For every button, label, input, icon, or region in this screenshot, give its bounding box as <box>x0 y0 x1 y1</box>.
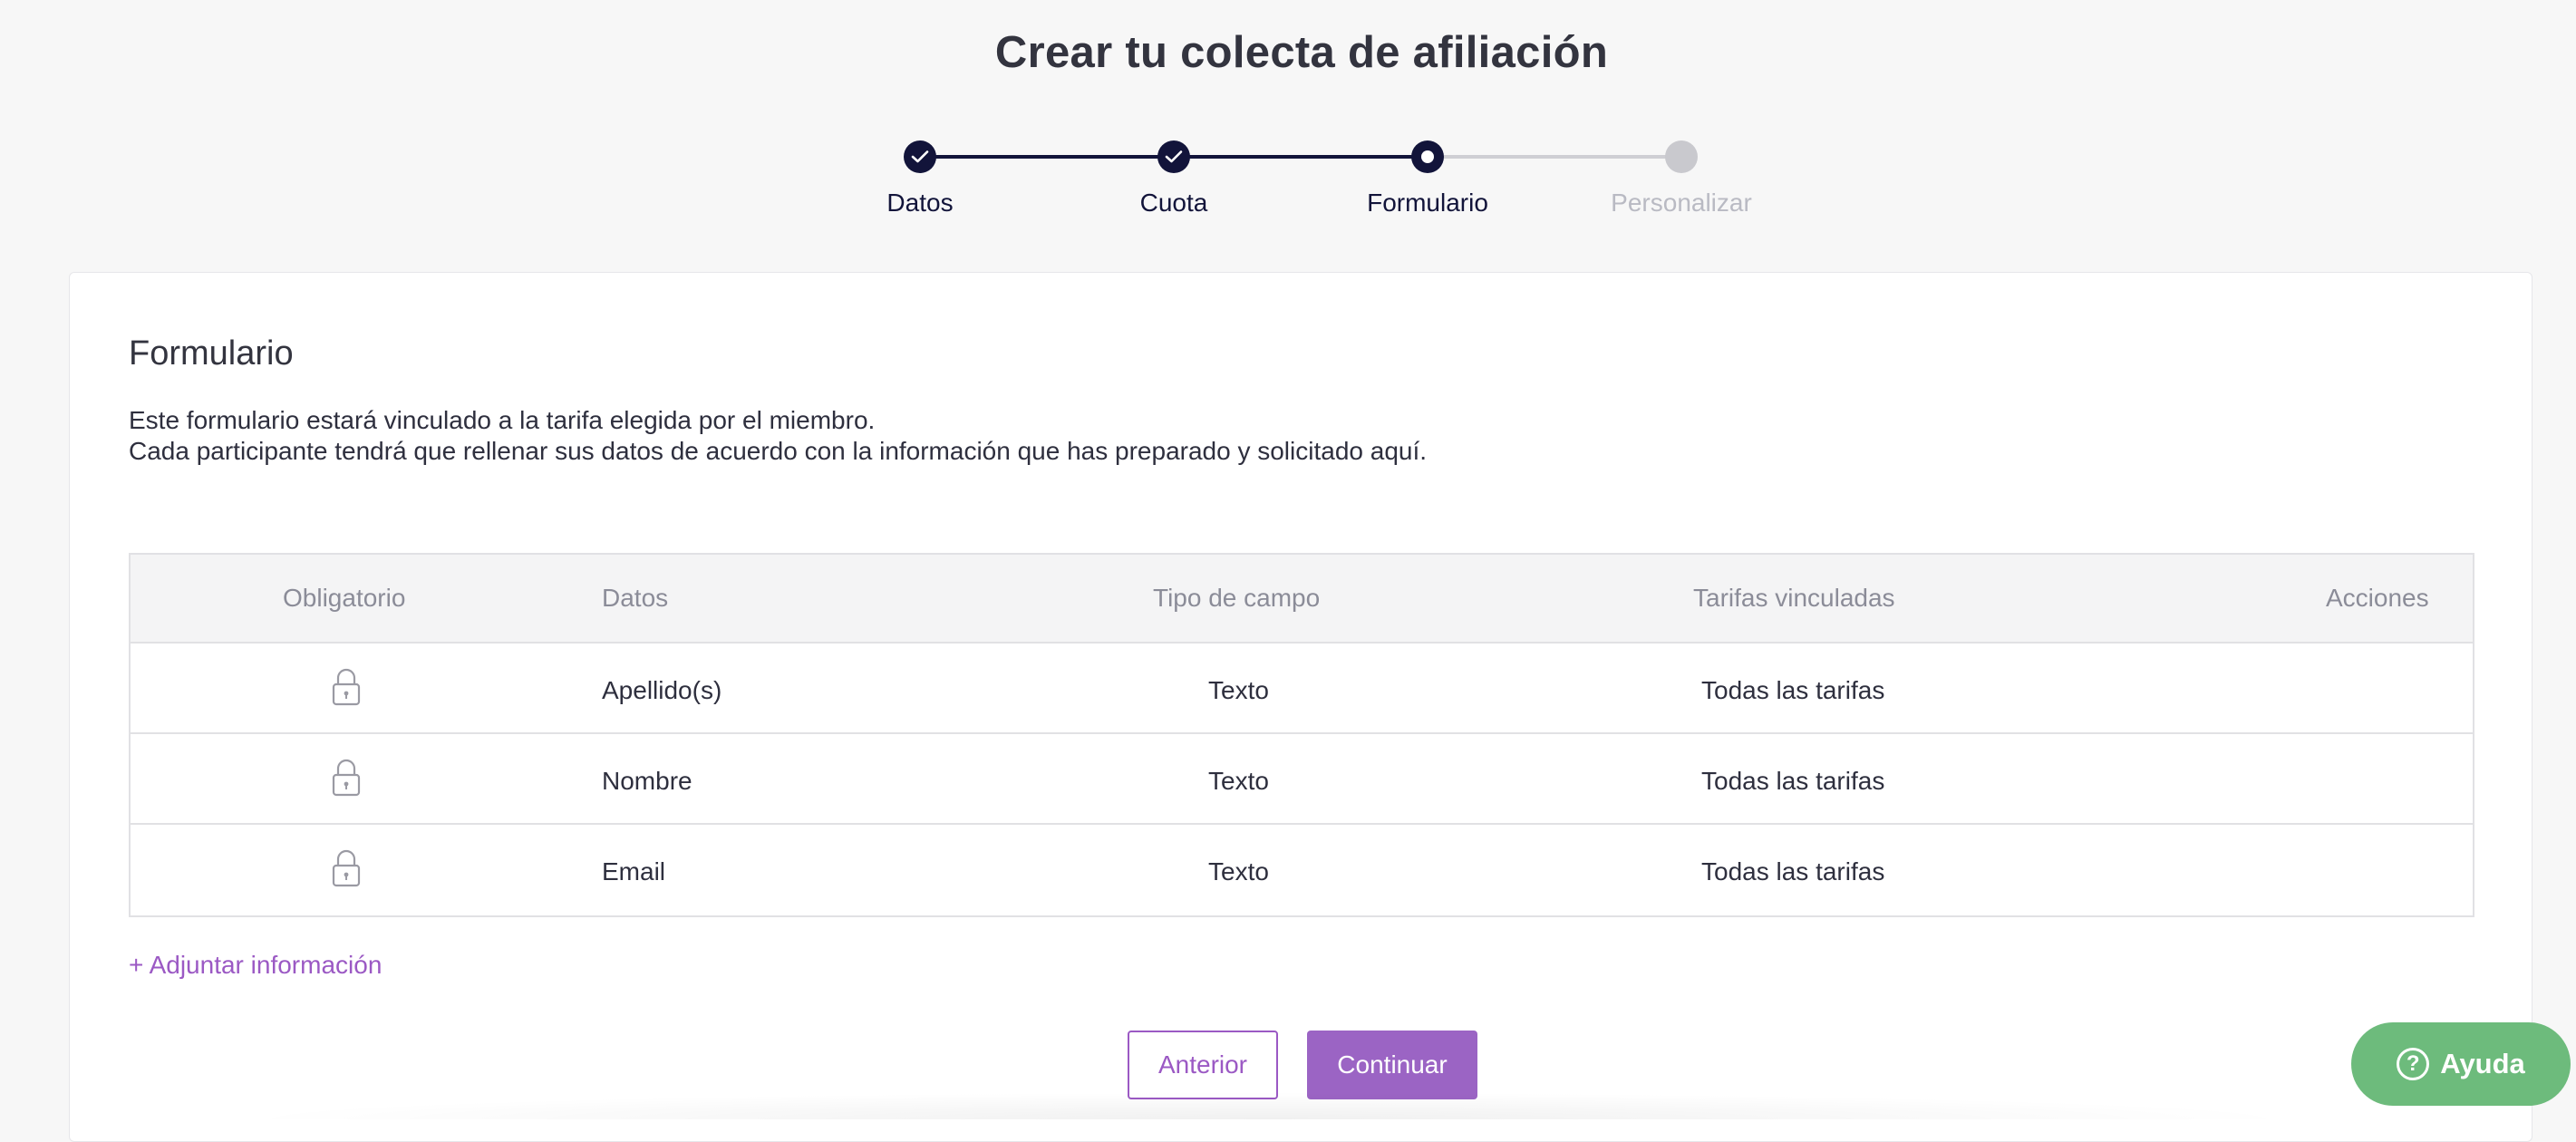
add-information-link[interactable]: + Adjuntar información <box>129 951 382 980</box>
table-header: Obligatorio Datos Tipo de campo Tarifas … <box>131 555 2473 644</box>
step-label-datos: Datos <box>886 189 954 217</box>
row-datos: Apellido(s) <box>602 676 722 704</box>
previous-button[interactable]: Anterior <box>1128 1031 1278 1099</box>
step-formulario-current-icon <box>1411 140 1444 173</box>
step-connector <box>920 155 1174 159</box>
step-connector <box>1174 155 1428 159</box>
table-row: Apellido(s) Texto Todas las tarifas <box>131 644 2473 734</box>
section-title: Formulario <box>129 334 294 373</box>
lock-icon <box>332 849 361 887</box>
table-row: Nombre Texto Todas las tarifas <box>131 734 2473 825</box>
continue-button[interactable]: Continuar <box>1307 1031 1477 1099</box>
step-datos-check-icon <box>904 140 936 173</box>
header-datos: Datos <box>602 584 669 612</box>
lock-icon <box>332 668 361 706</box>
header-tarifas-vinculadas: Tarifas vinculadas <box>1693 584 1895 612</box>
row-datos: Email <box>602 857 666 886</box>
step-cuota-check-icon <box>1157 140 1190 173</box>
form-description: Este formulario estará vinculado a la ta… <box>129 405 1427 467</box>
help-label: Ayuda <box>2440 1048 2525 1079</box>
description-line-1: Este formulario estará vinculado a la ta… <box>129 406 876 434</box>
row-linked-rates: Todas las tarifas <box>1701 767 1885 795</box>
question-icon: ? <box>2397 1048 2430 1080</box>
step-connector <box>1428 155 1681 159</box>
help-button[interactable]: ? Ayuda <box>2351 1022 2571 1106</box>
description-line-2: Cada participante tendrá que rellenar su… <box>129 437 1428 465</box>
header-acciones: Acciones <box>2326 584 2429 612</box>
row-field-type: Texto <box>1208 767 1269 795</box>
header-obligatorio: Obligatorio <box>283 584 406 612</box>
row-field-type: Texto <box>1208 857 1269 886</box>
form-card: Formulario Este formulario estará vincul… <box>69 272 2532 1142</box>
row-linked-rates: Todas las tarifas <box>1701 857 1885 886</box>
bottom-shadow <box>227 1092 2311 1119</box>
table-row: Email Texto Todas las tarifas <box>131 825 2473 915</box>
step-label-formulario: Formulario <box>1367 189 1488 217</box>
row-linked-rates: Todas las tarifas <box>1701 676 1885 704</box>
lock-icon <box>332 759 361 797</box>
row-datos: Nombre <box>602 767 692 795</box>
step-personalizar-pending-icon <box>1665 140 1698 173</box>
header-tipo-de-campo: Tipo de campo <box>1153 584 1321 612</box>
step-label-cuota: Cuota <box>1139 189 1208 217</box>
row-field-type: Texto <box>1208 676 1269 704</box>
step-label-personalizar: Personalizar <box>1611 189 1752 217</box>
form-fields-table: Obligatorio Datos Tipo de campo Tarifas … <box>129 553 2474 917</box>
stepper: Datos Cuota Formulario Personalizar <box>0 0 2576 236</box>
